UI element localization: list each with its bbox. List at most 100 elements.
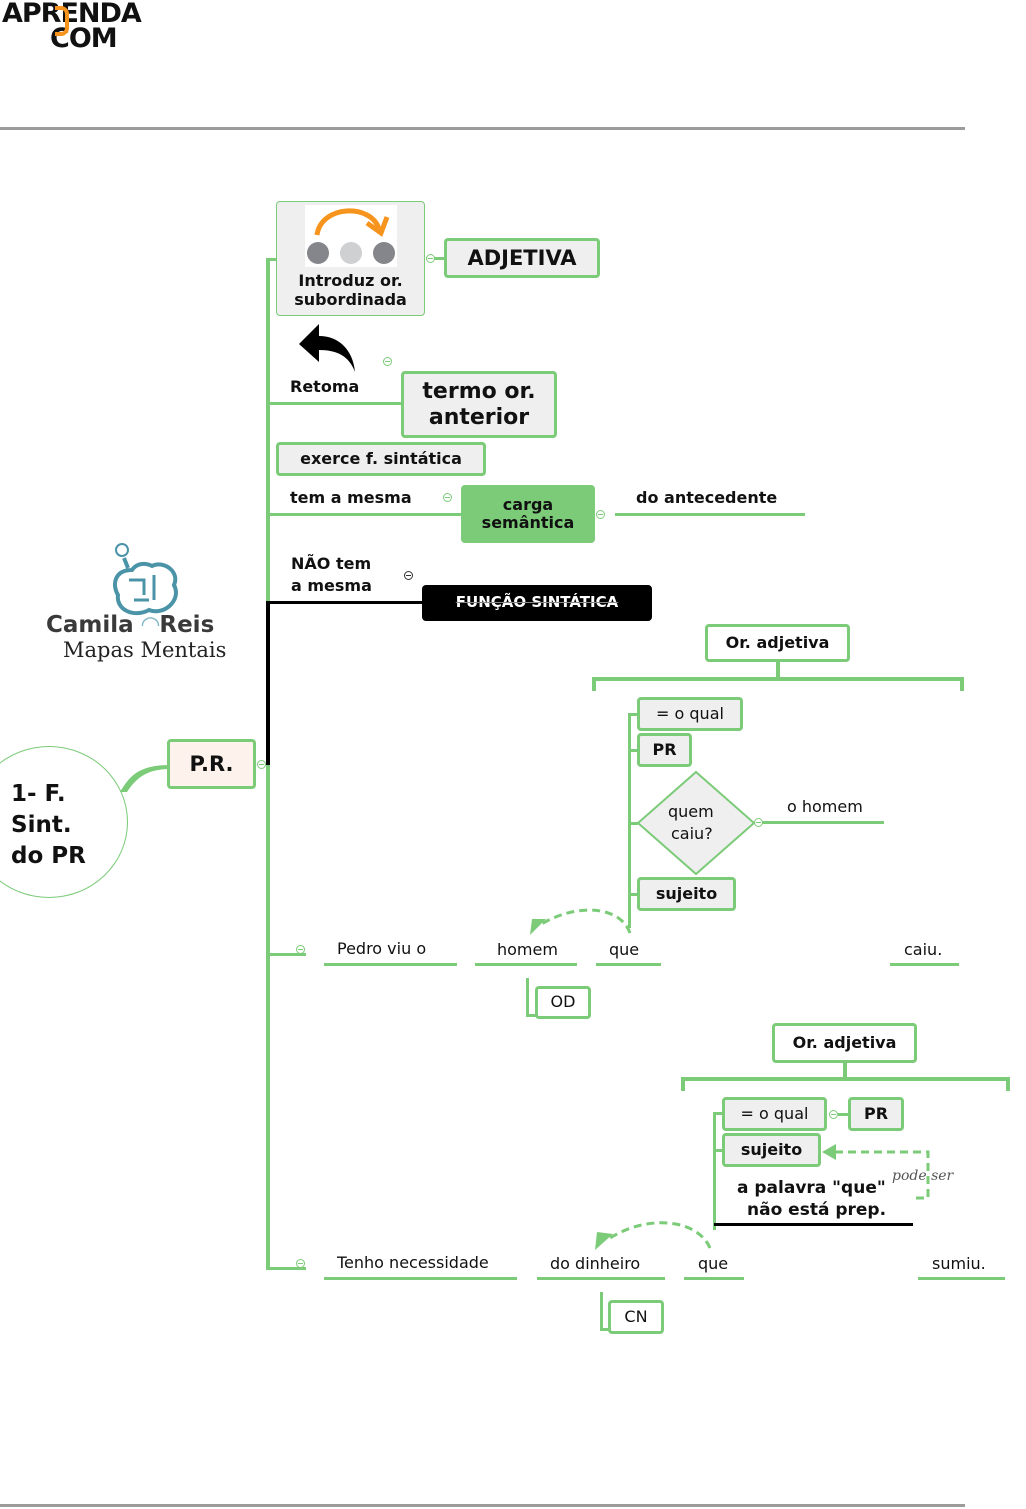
collapse-toggle[interactable] <box>829 1110 838 1119</box>
o-qual-label-2: = o qual <box>740 1103 809 1123</box>
cn-connector-v <box>600 1292 603 1330</box>
bracket-left <box>592 677 596 691</box>
central-topic-line2: Sint. <box>11 812 72 838</box>
or-adjetiva-header-1[interactable]: Or. adjetiva <box>705 624 850 662</box>
underline <box>537 1277 665 1280</box>
retoma-underline <box>269 402 402 405</box>
sujeito-node-2[interactable]: sujeito <box>722 1133 821 1167</box>
underline <box>890 963 959 966</box>
collapse-toggle[interactable] <box>443 493 452 502</box>
sentence2-word2: do dinheiro <box>550 1254 641 1273</box>
sujeito-label-2: sujeito <box>740 1139 803 1159</box>
pr-node-2[interactable]: PR <box>848 1097 904 1131</box>
note-underline <box>714 1223 913 1226</box>
answer-underline <box>762 821 884 824</box>
collapse-toggle[interactable] <box>383 357 392 366</box>
answer-label: o homem <box>787 797 863 816</box>
od-tag[interactable]: OD <box>535 986 591 1019</box>
watermark-name-part1: Camila <box>46 612 134 638</box>
collapse-toggle[interactable] <box>296 1259 305 1268</box>
bracket-right <box>1006 1077 1010 1091</box>
collapse-toggle[interactable] <box>404 571 413 580</box>
collapse-toggle[interactable] <box>296 945 305 954</box>
aprenda-com-logo: APRENDA COM <box>2 0 162 56</box>
dashed-relation-arrow <box>530 908 632 935</box>
carga-line2: semântica <box>481 513 575 532</box>
dashed-relation-arrow <box>595 1221 712 1250</box>
spine-black-segment <box>266 602 270 765</box>
footer-divider <box>0 1504 965 1507</box>
introduz-node[interactable]: Introduz or. subordinada <box>276 201 425 316</box>
termo-anterior-node[interactable]: termo or. anterior <box>401 371 557 438</box>
reorder-arrow-icon <box>305 205 397 267</box>
adjetiva-label: ADJETIVA <box>467 245 577 270</box>
pr-node-1[interactable]: PR <box>637 733 692 767</box>
tem-mesma-underline <box>269 513 463 516</box>
pr-main-node[interactable]: P.R. <box>167 739 256 789</box>
bracket-top <box>681 1077 1010 1081</box>
sentence1-word1: Pedro viu o <box>337 939 427 958</box>
camila-reis-watermark: Camila ◠Reis Mapas Mentais <box>44 540 244 665</box>
termo-line1: termo or. <box>422 379 536 405</box>
cn-tag[interactable]: CN <box>608 1300 664 1334</box>
nao-tem-label-line2: a mesma <box>291 576 372 595</box>
sentence1-word4: caiu. <box>904 940 943 959</box>
nao-tem-underline <box>266 601 426 604</box>
question-diamond[interactable] <box>636 770 756 876</box>
underline <box>596 963 661 966</box>
central-topic-line1: 1- F. <box>11 781 66 807</box>
central-topic[interactable]: 1- F. Sint. do PR <box>0 746 128 898</box>
bracket-stem <box>776 662 780 678</box>
sentence2-word1: Tenho necessidade <box>337 1253 489 1272</box>
funcao-sintatica-label: FUNÇÃO SINTÁTICA <box>455 593 619 612</box>
sujeito-node-1[interactable]: sujeito <box>637 877 736 911</box>
central-to-pr-connector <box>120 765 170 792</box>
collapse-toggle[interactable] <box>426 254 435 263</box>
do-antecedente-label: do antecedente <box>636 488 778 507</box>
underline <box>475 963 577 966</box>
introduz-label-line1: Introduz or. <box>298 271 403 291</box>
o-qual-node-1[interactable]: = o qual <box>637 697 743 731</box>
pr-main-node-label: P.R. <box>189 751 234 776</box>
ex2-vertical <box>713 1112 716 1230</box>
central-topic-line3: do PR <box>11 843 86 869</box>
od-label: OD <box>550 992 576 1012</box>
or-adjetiva-label-2: Or. adjetiva <box>792 1032 897 1052</box>
brain-lightbulb-icon <box>113 543 178 616</box>
sentence1-word3: que <box>609 940 640 959</box>
underline <box>324 963 457 966</box>
termo-line2: anterior <box>428 404 530 430</box>
retoma-label: Retoma <box>290 377 360 396</box>
sentence1-word2: homem <box>497 940 558 959</box>
pr-label-1: PR <box>652 739 677 759</box>
back-arrow-icon <box>299 324 355 372</box>
collapse-toggle[interactable] <box>257 760 266 769</box>
sentence2-word4: sumiu. <box>932 1254 986 1273</box>
pode-ser-label: pode ser <box>892 1168 954 1184</box>
question-line1: quem <box>668 802 714 821</box>
funcao-sintatica-node[interactable]: FUNÇÃO SINTÁTICA <box>422 585 652 621</box>
collapse-toggle[interactable] <box>596 510 605 519</box>
sujeito-label-1: sujeito <box>655 883 718 903</box>
tem-mesma-label: tem a mesma <box>290 488 412 507</box>
header-divider <box>0 127 965 130</box>
o-qual-node-2[interactable]: = o qual <box>722 1097 827 1131</box>
nao-tem-label-line1: NÃO tem <box>291 554 372 573</box>
note-line1: a palavra "que" <box>737 1178 886 1198</box>
question-line2: caiu? <box>671 824 713 843</box>
watermark-name-part2: Reis <box>159 612 215 638</box>
introduz-label-line2: subordinada <box>294 289 407 309</box>
or-adjetiva-header-2[interactable]: Or. adjetiva <box>772 1023 917 1063</box>
bracket-left <box>681 1077 685 1091</box>
carga-line1: carga <box>502 494 554 514</box>
brand-accent-icon <box>55 6 69 36</box>
pr-label-2: PR <box>863 1103 889 1123</box>
carga-semantica-node[interactable]: carga semântica <box>461 485 595 543</box>
exerce-node[interactable]: exerce f. sintática <box>276 442 486 476</box>
underline <box>918 1277 1005 1280</box>
underline <box>684 1277 744 1280</box>
od-connector-v <box>526 978 529 1016</box>
o-qual-label-1: = o qual <box>656 703 724 723</box>
adjetiva-node[interactable]: ADJETIVA <box>444 238 600 278</box>
bracket-top <box>592 677 964 681</box>
